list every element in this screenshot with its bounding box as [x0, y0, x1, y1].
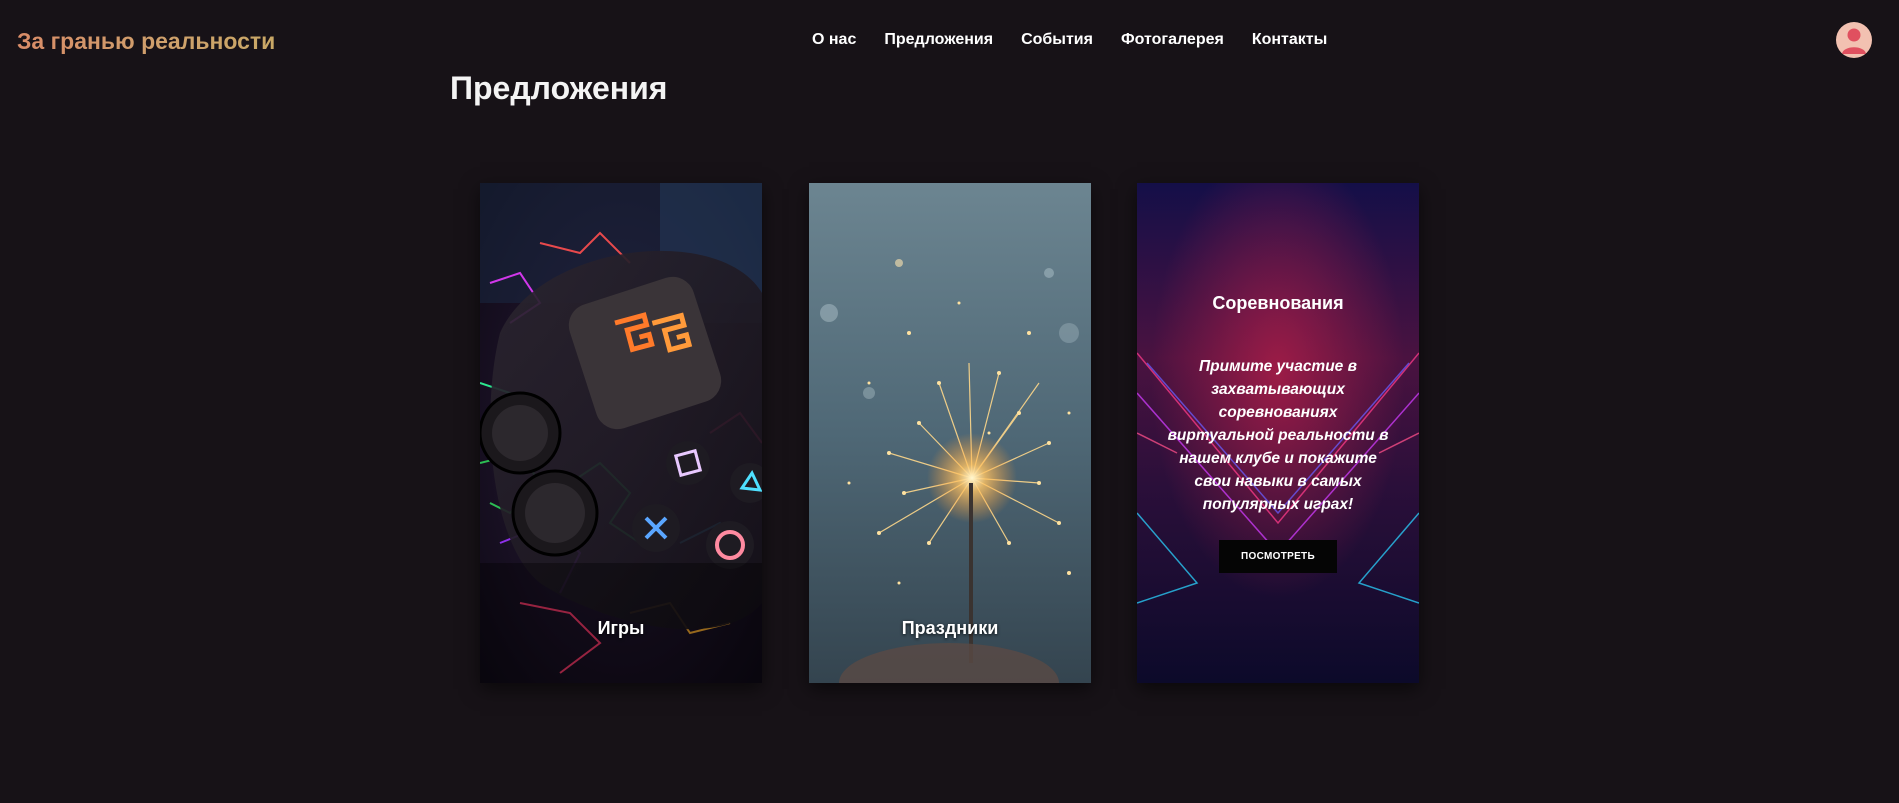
main-nav: О нас Предложения События Фотогалерея Ко… — [812, 31, 1327, 49]
avatar[interactable] — [1836, 22, 1872, 58]
nav-item-events[interactable]: События — [1021, 31, 1093, 49]
card-label-games: Игры — [597, 618, 645, 638]
card-description-competitions: Примите участие в захватывающих соревнов… — [1167, 358, 1389, 513]
card-label-holidays: Праздники — [901, 618, 999, 638]
games-card-image — [480, 183, 762, 683]
offer-card-competitions: Соревнования Примите участие в захватыва… — [1137, 183, 1419, 683]
offer-card-holidays[interactable]: Праздники — [809, 183, 1091, 683]
site-logo[interactable]: За гранью реальности — [17, 28, 275, 55]
user-icon — [1842, 28, 1866, 54]
card-title-competitions: Соревнования — [1212, 293, 1344, 313]
offer-card-games[interactable]: Игры — [480, 183, 762, 683]
page: За гранью реальности О нас Предложения С… — [0, 0, 1899, 803]
nav-item-contacts[interactable]: Контакты — [1252, 31, 1327, 49]
page-title: Предложения — [450, 70, 668, 106]
nav-item-offers[interactable]: Предложения — [884, 31, 993, 49]
holidays-card-image — [809, 183, 1091, 683]
nav-item-gallery[interactable]: Фотогалерея — [1121, 31, 1224, 49]
view-button[interactable]: ПОСМОТРЕТЬ — [1219, 540, 1337, 573]
nav-item-about[interactable]: О нас — [812, 31, 856, 49]
